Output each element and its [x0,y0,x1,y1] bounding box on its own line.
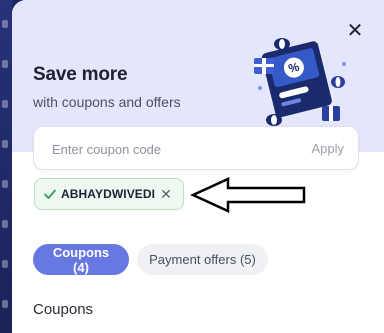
offer-tabs: Coupons (4) Payment offers (5) [33,244,268,275]
backdrop-mark [2,220,8,228]
coupon-gift-illustration: % [254,38,346,126]
backdrop-mark [2,260,8,268]
check-icon [44,189,56,199]
remove-coupon-button[interactable]: ✕ [157,185,175,203]
coupon-code-field: Apply [33,126,359,171]
tab-payment-offers[interactable]: Payment offers (5) [137,244,268,275]
coupons-section-heading: Coupons [33,301,94,318]
backdrop-mark [2,20,8,28]
applied-coupon-chip: ABHAYDWIVEDI ✕ [34,178,184,210]
page-backdrop [0,0,12,333]
close-icon: ✕ [160,186,172,202]
sheet-title: Save more [33,64,128,85]
left-arrow-annotation [190,177,306,213]
applied-coupon-code: ABHAYDWIVEDI [61,187,156,201]
backdrop-mark [2,100,8,108]
backdrop-mark [2,300,8,308]
sheet-subtitle: with coupons and offers [33,94,181,110]
backdrop-mark [2,180,8,188]
backdrop-mark [2,140,8,148]
backdrop-mark [2,60,8,68]
coupon-code-input[interactable] [50,127,284,171]
coupons-sheet: ✕ % Save more with coupons and offers En… [12,0,384,333]
apply-button[interactable]: Apply [311,127,344,169]
tab-coupons[interactable]: Coupons (4) [33,244,129,275]
